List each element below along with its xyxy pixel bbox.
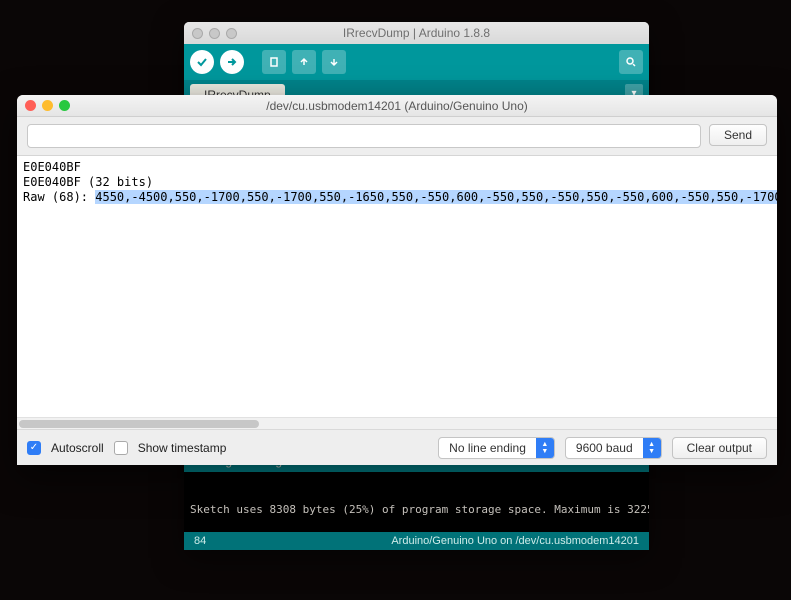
ide-toolbar	[184, 44, 649, 80]
check-icon	[196, 56, 208, 68]
ide-console: Sketch uses 8308 bytes (25%) of program …	[184, 472, 649, 532]
selected-text: 4550,-4500,550,-1700,550,-1700,550,-1650…	[95, 190, 777, 204]
ide-footer: 84 Arduino/Genuino Uno on /dev/cu.usbmod…	[184, 532, 649, 550]
monitor-send-row: Send	[17, 117, 777, 155]
open-button[interactable]	[292, 50, 316, 74]
serial-output[interactable]: E0E040BF E0E040BF (32 bits) Raw (68): 45…	[17, 155, 777, 429]
autoscroll-checkbox[interactable]	[27, 441, 41, 455]
new-button[interactable]	[262, 50, 286, 74]
magnifier-icon	[625, 56, 637, 68]
output-prefix: Raw (68):	[23, 190, 95, 204]
upload-button[interactable]	[220, 50, 244, 74]
monitor-title: /dev/cu.usbmodem14201 (Arduino/Genuino U…	[17, 99, 777, 113]
timestamp-label: Show timestamp	[138, 441, 227, 455]
arrow-down-icon	[328, 56, 340, 68]
output-line: Raw (68): 4550,-4500,550,-1700,550,-1700…	[23, 190, 771, 205]
verify-button[interactable]	[190, 50, 214, 74]
autoscroll-label: Autoscroll	[51, 441, 104, 455]
ide-titlebar: IRrecvDump | Arduino 1.8.8	[184, 22, 649, 44]
monitor-titlebar: /dev/cu.usbmodem14201 (Arduino/Genuino U…	[17, 95, 777, 117]
scrollbar-thumb[interactable]	[19, 420, 259, 428]
ide-title: IRrecvDump | Arduino 1.8.8	[184, 26, 649, 40]
console-line: Sketch uses 8308 bytes (25%) of program …	[190, 503, 643, 517]
serial-monitor-button[interactable]	[619, 50, 643, 74]
serial-monitor-window: /dev/cu.usbmodem14201 (Arduino/Genuino U…	[17, 95, 777, 465]
updown-arrows-icon: ▲▼	[536, 438, 554, 458]
arrow-up-icon	[298, 56, 310, 68]
save-button[interactable]	[322, 50, 346, 74]
file-icon	[268, 56, 280, 68]
baud-value: 9600 baud	[566, 441, 643, 455]
line-ending-select[interactable]: No line ending ▲▼	[438, 437, 555, 459]
send-button[interactable]: Send	[709, 124, 767, 146]
ide-board-info: Arduino/Genuino Uno on /dev/cu.usbmodem1…	[391, 535, 639, 547]
ide-line-number: 84	[194, 535, 206, 547]
arrow-right-icon	[226, 56, 238, 68]
line-ending-value: No line ending	[439, 441, 536, 455]
timestamp-checkbox[interactable]	[114, 441, 128, 455]
clear-output-button[interactable]: Clear output	[672, 437, 767, 459]
output-line: E0E040BF (32 bits)	[23, 175, 771, 190]
output-line: E0E040BF	[23, 160, 771, 175]
horizontal-scrollbar[interactable]	[17, 417, 777, 429]
serial-input[interactable]	[27, 124, 701, 148]
baud-select[interactable]: 9600 baud ▲▼	[565, 437, 662, 459]
monitor-footer: Autoscroll Show timestamp No line ending…	[17, 429, 777, 465]
updown-arrows-icon: ▲▼	[643, 438, 661, 458]
